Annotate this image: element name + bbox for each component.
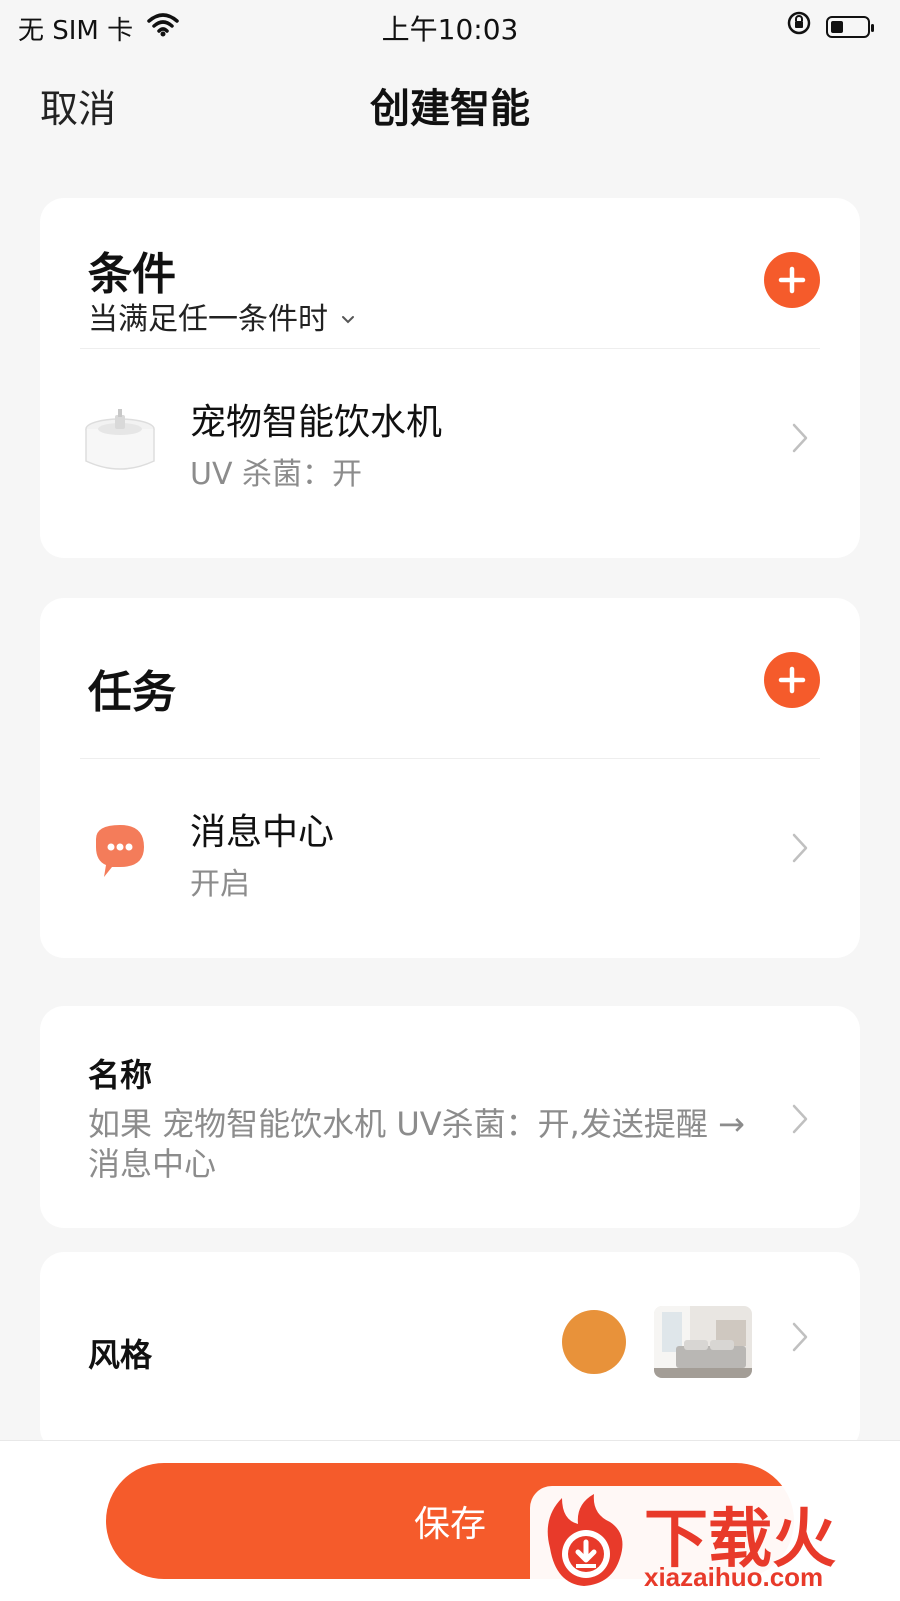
plus-icon — [778, 666, 806, 694]
plus-icon — [778, 266, 806, 294]
watermark-logo-icon — [532, 1488, 636, 1592]
task-item-title: 消息中心 — [190, 812, 335, 853]
name-label: 名称 — [88, 1056, 153, 1094]
style-label: 风格 — [88, 1336, 153, 1374]
tasks-card: 任务 消息中心 开启 — [40, 598, 860, 958]
status-time: 上午10:03 — [381, 13, 519, 46]
watermark: 下载火 xiazaihuo.com — [530, 1486, 900, 1600]
chevron-right-icon — [790, 831, 810, 869]
status-bar: 无 SIM 卡 上午10:03 — [0, 0, 900, 52]
condition-item-title: 宠物智能饮水机 — [190, 402, 443, 443]
watermark-url: xiazaihuo.com — [644, 1562, 824, 1592]
page-title: 创建智能 — [370, 86, 530, 132]
condition-item[interactable]: 宠物智能饮水机 UV 杀菌：开 — [40, 349, 860, 539]
tasks-title: 任务 — [88, 667, 176, 718]
chevron-down-icon — [340, 299, 356, 334]
add-condition-button[interactable] — [764, 252, 820, 308]
style-card[interactable]: 风格 — [40, 1252, 860, 1452]
message-bubble-icon — [80, 811, 160, 891]
condition-mode-selector[interactable]: 当满足任一条件时 — [88, 294, 356, 338]
conditions-header: 条件 当满足任一条件时 — [40, 198, 860, 348]
rotation-lock-icon — [786, 10, 812, 43]
conditions-title: 条件 — [88, 249, 176, 300]
style-color-swatch — [562, 1310, 626, 1374]
chevron-right-icon — [790, 1102, 810, 1140]
bedroom-image — [654, 1306, 752, 1378]
name-card[interactable]: 名称 如果 宠物智能饮水机 UV杀菌：开,发送提醒 → 消息中心 — [40, 1006, 860, 1228]
tasks-header: 任务 — [40, 598, 860, 748]
add-task-button[interactable] — [764, 652, 820, 708]
task-item-subtitle: 开启 — [190, 867, 250, 902]
task-item[interactable]: 消息中心 开启 — [40, 759, 860, 949]
nav-bar: 取消 创建智能 — [0, 60, 900, 140]
chevron-right-icon — [790, 1320, 810, 1358]
chevron-right-icon — [790, 421, 810, 459]
pet-fountain-image — [80, 401, 160, 481]
name-value: 如果 宠物智能饮水机 UV杀菌：开,发送提醒 → 消息中心 — [88, 1105, 745, 1183]
status-right — [786, 10, 874, 43]
condition-item-subtitle: UV 杀菌：开 — [190, 457, 363, 492]
condition-mode-label: 当满足任一条件时 — [88, 302, 328, 337]
conditions-card: 条件 当满足任一条件时 宠物智能饮水机 UV 杀菌：开 — [40, 198, 860, 558]
battery-icon — [826, 15, 874, 38]
